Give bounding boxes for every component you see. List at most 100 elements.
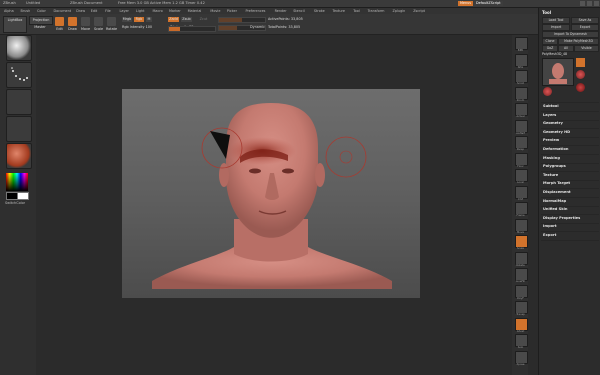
scroll-label: Scroll <box>516 82 525 85</box>
rgb-intensity-label: Rgb Intensity 100 <box>122 25 153 29</box>
section-masking[interactable]: Masking <box>543 156 560 160</box>
head-thumb-icon <box>549 63 567 84</box>
app-title: ZBrush <box>3 1 16 5</box>
dynamic-button[interactable]: Dynamic <box>250 25 265 29</box>
maximize-icon[interactable] <box>587 1 592 6</box>
draw-mode-button[interactable] <box>68 17 77 26</box>
section-divider <box>541 240 599 241</box>
xpose-label: Xpose <box>516 362 525 366</box>
switch-color-label[interactable]: SwitchColor <box>5 201 25 205</box>
section-subtool[interactable]: Subtool <box>543 104 559 108</box>
section-deformation[interactable]: Deformation <box>543 147 568 151</box>
save-as-button[interactable]: Save As <box>571 17 599 24</box>
mrgb-button[interactable]: Mrgb <box>122 17 132 22</box>
alpha-icon[interactable] <box>6 89 32 115</box>
actual-label: Actual <box>516 115 525 118</box>
edit-label: Edit <box>56 27 63 31</box>
make-polymesh-button[interactable]: Make PolyMesh3D <box>558 38 599 45</box>
color-picker[interactable] <box>6 173 28 191</box>
rgb-button[interactable]: Rgb <box>134 17 144 22</box>
section-displacement[interactable]: Displacement <box>543 190 571 194</box>
section-export[interactable]: Export <box>543 233 556 237</box>
section-display-properties[interactable]: Display Properties <box>543 216 580 220</box>
total-points: TotalPoints: 33,805 <box>268 25 301 29</box>
default-zscript-button[interactable]: DefaultZScript <box>474 1 503 6</box>
draw-label: Draw <box>68 27 77 31</box>
zcut-button[interactable]: Zcut <box>198 17 209 22</box>
scale-mode-button[interactable] <box>94 17 103 26</box>
import-to-dynamesh-button[interactable]: Import To Dynamesh <box>542 31 599 38</box>
polymesh3d-thumb[interactable] <box>576 83 585 92</box>
move-label: Move <box>517 230 524 234</box>
ghost-label: Ghost <box>516 329 525 333</box>
export-button[interactable]: Export <box>571 24 599 31</box>
edit-mode-button[interactable] <box>55 17 64 26</box>
title-bar: ZBrush Untitled ZBrush Document Free Mem… <box>0 0 600 8</box>
left-shelf: SwitchColor <box>0 35 36 375</box>
left-eye <box>249 168 261 174</box>
left-ear <box>219 163 229 187</box>
scale-label: Scale <box>93 27 104 31</box>
current-tool-thumbnail[interactable] <box>542 58 574 86</box>
material-icon[interactable] <box>6 143 32 169</box>
clone-button[interactable]: Clone <box>542 38 558 45</box>
tool-palette: Tool Load Tool Save As Import Export Imp… <box>538 8 600 375</box>
stroke-icon[interactable] <box>6 62 32 88</box>
top-toolbar: LightBox Projection Master Edit Draw Mov… <box>0 14 540 35</box>
head-model <box>152 103 392 289</box>
linefill-label: LineFill <box>516 280 525 283</box>
section-polygroups[interactable]: Polygroups <box>543 164 566 168</box>
zsub-button[interactable]: Zsub <box>181 17 192 22</box>
goz-button[interactable]: GoZ <box>542 45 558 52</box>
section-texture[interactable]: Texture <box>543 173 558 177</box>
brush-icon[interactable] <box>6 35 32 61</box>
section-import[interactable]: Import <box>543 224 557 228</box>
frame-label: Frame <box>516 214 525 217</box>
section-layers[interactable]: Layers <box>543 113 556 117</box>
move-label: Move <box>80 27 91 31</box>
all-button[interactable]: All <box>558 45 574 52</box>
load-tool-button[interactable]: Load Tool <box>542 17 570 24</box>
solo-label: Solo <box>517 346 524 349</box>
minimize-icon[interactable] <box>580 1 585 6</box>
doc-title: Untitled <box>26 1 41 5</box>
m-button[interactable]: M <box>146 17 152 22</box>
close-icon[interactable] <box>594 1 599 6</box>
floor-label: Floor <box>517 164 524 168</box>
secondary-color-swatch[interactable] <box>17 192 29 200</box>
master-label: Master <box>34 25 46 29</box>
polymesh-thumb[interactable] <box>543 87 552 96</box>
zadd-button[interactable]: Zadd <box>168 17 179 22</box>
lightbox-label: LightBox <box>7 18 23 22</box>
move-mode-button[interactable] <box>81 17 90 26</box>
doc-tag: ZBrush Document <box>70 1 103 5</box>
z-intensity-slider[interactable] <box>168 26 216 32</box>
rotate-label: Rotate <box>516 263 525 267</box>
visible-button[interactable]: Visible <box>574 45 599 52</box>
memory-stats: Free Mem 3.0 GB Active Mem 1.2 GB Timer … <box>118 1 205 5</box>
section-geometry[interactable]: Geometry <box>543 121 563 125</box>
canvas[interactable] <box>122 89 420 298</box>
projection-label: Projection <box>32 18 50 22</box>
section-unified-skin[interactable]: Unified Skin <box>543 207 567 211</box>
right-ear <box>315 163 325 187</box>
focal-shift-slider[interactable] <box>218 17 266 23</box>
menus-button[interactable]: Menus <box>458 1 474 6</box>
section-normalmap[interactable]: NormalMap <box>543 199 566 203</box>
rotate-mode-button[interactable] <box>107 17 116 26</box>
aahalf-label: AAHalf <box>516 131 525 135</box>
dots-stroke-icon <box>11 67 28 81</box>
local-label: Local <box>517 181 524 184</box>
bpr-label: BPR <box>517 49 524 52</box>
section-preview[interactable]: Preview <box>543 138 559 142</box>
section-morph-target[interactable]: Morph Target <box>543 181 570 185</box>
lightbox-button[interactable]: LightBox <box>3 16 27 33</box>
import-button[interactable]: Import <box>542 24 570 31</box>
simple-brush-thumb[interactable] <box>576 58 585 67</box>
sphere3d-thumb[interactable] <box>576 70 585 79</box>
head <box>226 103 318 238</box>
texture-icon[interactable] <box>6 116 32 142</box>
transp-label: Transp <box>516 313 525 316</box>
spix-label: SPix <box>517 65 524 69</box>
section-geometry-hd[interactable]: Geometry HD <box>543 130 570 134</box>
